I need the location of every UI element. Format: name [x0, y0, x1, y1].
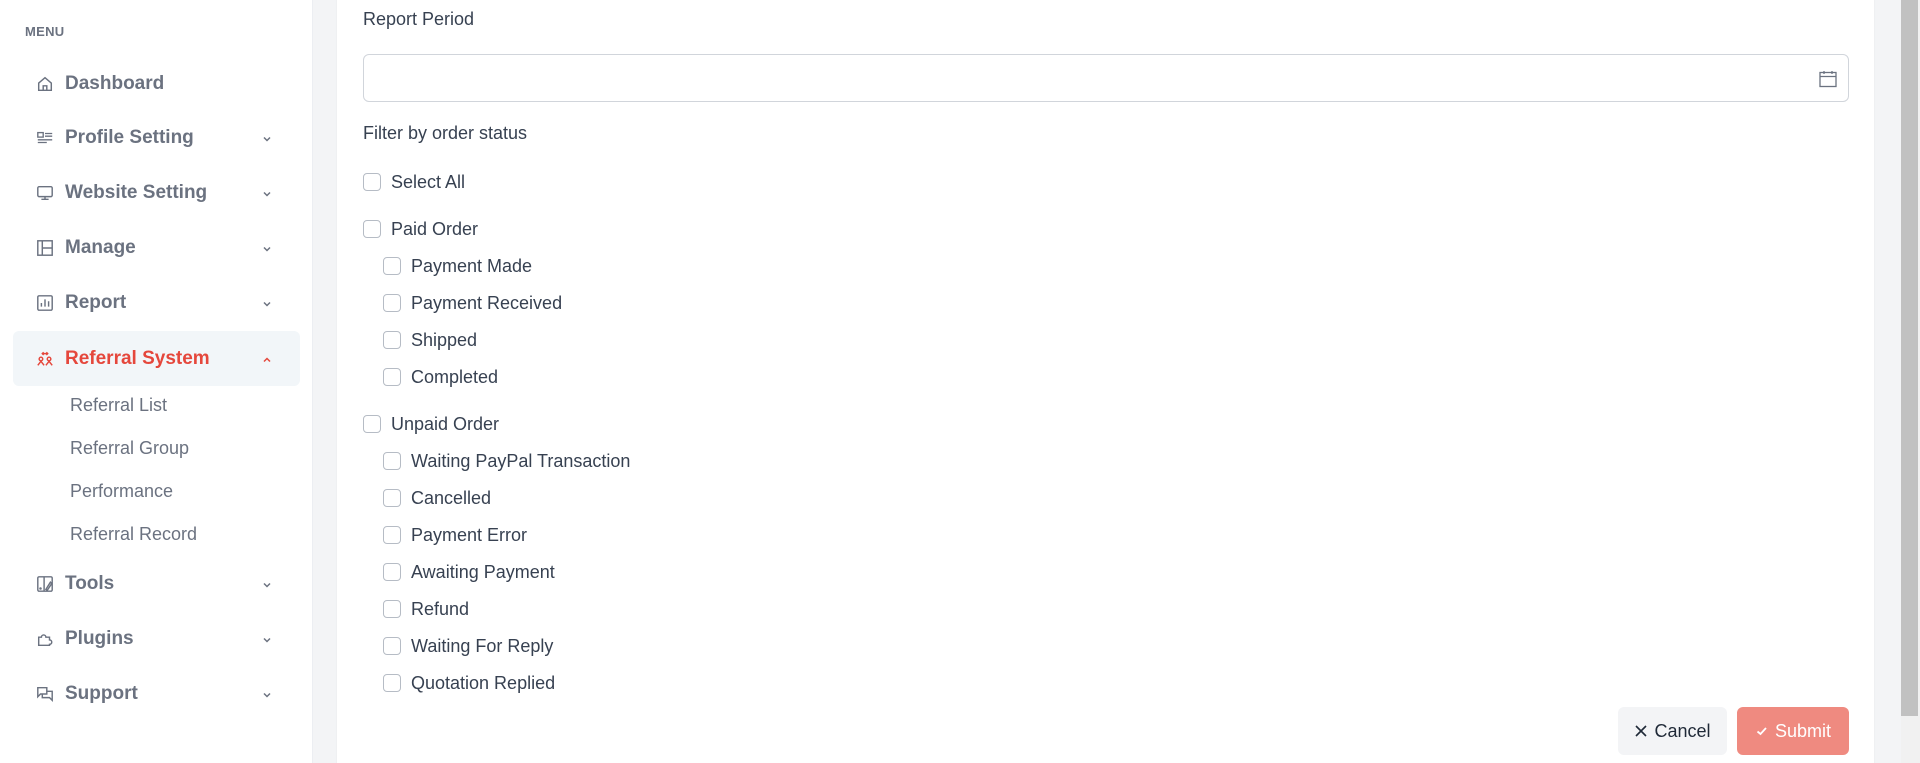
chevron-down-icon — [261, 242, 273, 254]
checkbox-box[interactable] — [383, 331, 401, 349]
checkbox-box[interactable] — [383, 600, 401, 618]
submit-button[interactable]: Submit — [1737, 707, 1849, 755]
sidebar-item-label: Tools — [65, 572, 115, 594]
check-icon — [1756, 727, 1767, 736]
sidebar-item-label: Support — [65, 682, 138, 704]
shipped-checkbox[interactable]: Shipped — [383, 328, 477, 352]
sidebar-item-report[interactable]: Report — [13, 275, 300, 330]
chevron-down-icon — [261, 688, 273, 700]
checkbox-label: Unpaid Order — [391, 413, 500, 434]
payment-error-checkbox[interactable]: Payment Error — [383, 523, 527, 547]
checkbox-label: Waiting PayPal Transaction — [411, 450, 631, 471]
checkbox-label: Payment Received — [411, 292, 563, 313]
checkbox-label: Paid Order — [391, 218, 479, 239]
checkbox-label: Quotation Replied — [411, 672, 556, 693]
checkbox-label: Select All — [391, 171, 466, 192]
checkbox-box[interactable] — [383, 257, 401, 275]
sidebar-item-dashboard[interactable]: Dashboard — [13, 56, 300, 111]
payment-made-checkbox[interactable]: Payment Made — [383, 254, 532, 278]
sidebar: MENU Dashboard Profile Setting Website S… — [0, 0, 313, 763]
checkbox-box[interactable] — [363, 173, 381, 191]
sidebar-subitem-performance[interactable]: Performance — [70, 481, 173, 502]
sidebar-subitem-referral-list[interactable]: Referral List — [70, 395, 167, 416]
checkbox-box[interactable] — [363, 415, 381, 433]
checkbox-box[interactable] — [383, 452, 401, 470]
quotation-replied-checkbox[interactable]: Quotation Replied — [383, 671, 555, 695]
waiting-for-reply-checkbox[interactable]: Waiting For Reply — [383, 634, 553, 658]
checkbox-label: Completed — [411, 366, 499, 387]
cancel-button[interactable]: Cancel — [1618, 707, 1727, 755]
chevron-up-icon — [261, 353, 273, 365]
calendar-icon[interactable] — [1818, 69, 1838, 89]
checkbox-box[interactable] — [383, 368, 401, 386]
checkbox-box[interactable] — [383, 294, 401, 312]
chevron-down-icon — [261, 297, 273, 309]
checkbox-box[interactable] — [383, 526, 401, 544]
checkbox-box[interactable] — [383, 637, 401, 655]
select-all-checkbox[interactable]: Select All — [363, 170, 465, 194]
chat-icon — [35, 684, 55, 704]
paid-order-checkbox[interactable]: Paid Order — [363, 217, 478, 241]
report-filter-card — [337, 0, 1874, 763]
checkbox-box[interactable] — [383, 563, 401, 581]
sidebar-item-website-setting[interactable]: Website Setting — [13, 165, 300, 220]
checkbox-label: Awaiting Payment — [411, 561, 555, 582]
referral-users-icon — [35, 349, 55, 369]
waiting-paypal-checkbox[interactable]: Waiting PayPal Transaction — [383, 449, 630, 473]
sidebar-item-profile-setting[interactable]: Profile Setting — [13, 110, 300, 165]
tools-icon — [35, 574, 55, 594]
submit-button-label: Submit — [1774, 720, 1832, 741]
payment-received-checkbox[interactable]: Payment Received — [383, 291, 562, 315]
checkbox-box[interactable] — [363, 220, 381, 238]
checkbox-label: Payment Error — [411, 524, 528, 545]
sidebar-item-label: Report — [65, 291, 127, 313]
report-period-input[interactable] — [363, 54, 1849, 102]
filter-status-label: Filter by order status — [363, 123, 528, 143]
sidebar-subitem-referral-group[interactable]: Referral Group — [70, 438, 189, 459]
sidebar-item-label: Dashboard — [65, 72, 165, 94]
cancel-button-label: Cancel — [1654, 720, 1711, 741]
awaiting-payment-checkbox[interactable]: Awaiting Payment — [383, 560, 555, 584]
monitor-icon — [35, 183, 55, 203]
chevron-down-icon — [261, 132, 273, 144]
report-period-label: Report Period — [363, 9, 475, 29]
sidebar-subitem-referral-record[interactable]: Referral Record — [70, 524, 197, 545]
checkbox-label: Cancelled — [411, 487, 492, 508]
checkbox-label: Shipped — [411, 329, 478, 350]
scrollbar-thumb[interactable] — [1901, 0, 1918, 716]
checkbox-label: Refund — [411, 598, 470, 619]
home-icon — [35, 74, 55, 94]
bar-chart-icon — [35, 293, 55, 313]
sidebar-item-label: Manage — [65, 236, 136, 258]
profile-list-icon — [35, 128, 55, 148]
unpaid-order-checkbox[interactable]: Unpaid Order — [363, 412, 499, 436]
sidebar-item-support[interactable]: Support — [13, 666, 300, 721]
refund-checkbox[interactable]: Refund — [383, 597, 469, 621]
checkbox-box[interactable] — [383, 674, 401, 692]
sidebar-item-referral-system[interactable]: Referral System — [13, 331, 300, 386]
sidebar-item-label: Profile Setting — [65, 126, 194, 148]
sidebar-item-tools[interactable]: Tools — [13, 556, 300, 611]
close-icon — [1635, 725, 1648, 737]
chevron-down-icon — [261, 633, 273, 645]
sidebar-item-manage[interactable]: Manage — [13, 220, 300, 275]
checkbox-label: Waiting For Reply — [411, 635, 554, 656]
sidebar-item-plugins[interactable]: Plugins — [13, 611, 300, 666]
menu-heading: MENU — [25, 24, 65, 39]
sidebar-item-label: Referral System — [65, 347, 210, 369]
chevron-down-icon — [261, 187, 273, 199]
puzzle-icon — [35, 629, 55, 649]
cancelled-checkbox[interactable]: Cancelled — [383, 486, 491, 510]
checkbox-label: Payment Made — [411, 255, 533, 276]
checkbox-box[interactable] — [383, 489, 401, 507]
sidebar-item-label: Plugins — [65, 627, 134, 649]
completed-checkbox[interactable]: Completed — [383, 365, 498, 389]
sidebar-item-label: Website Setting — [65, 181, 208, 203]
chevron-down-icon — [261, 578, 273, 590]
layout-icon — [35, 238, 55, 258]
